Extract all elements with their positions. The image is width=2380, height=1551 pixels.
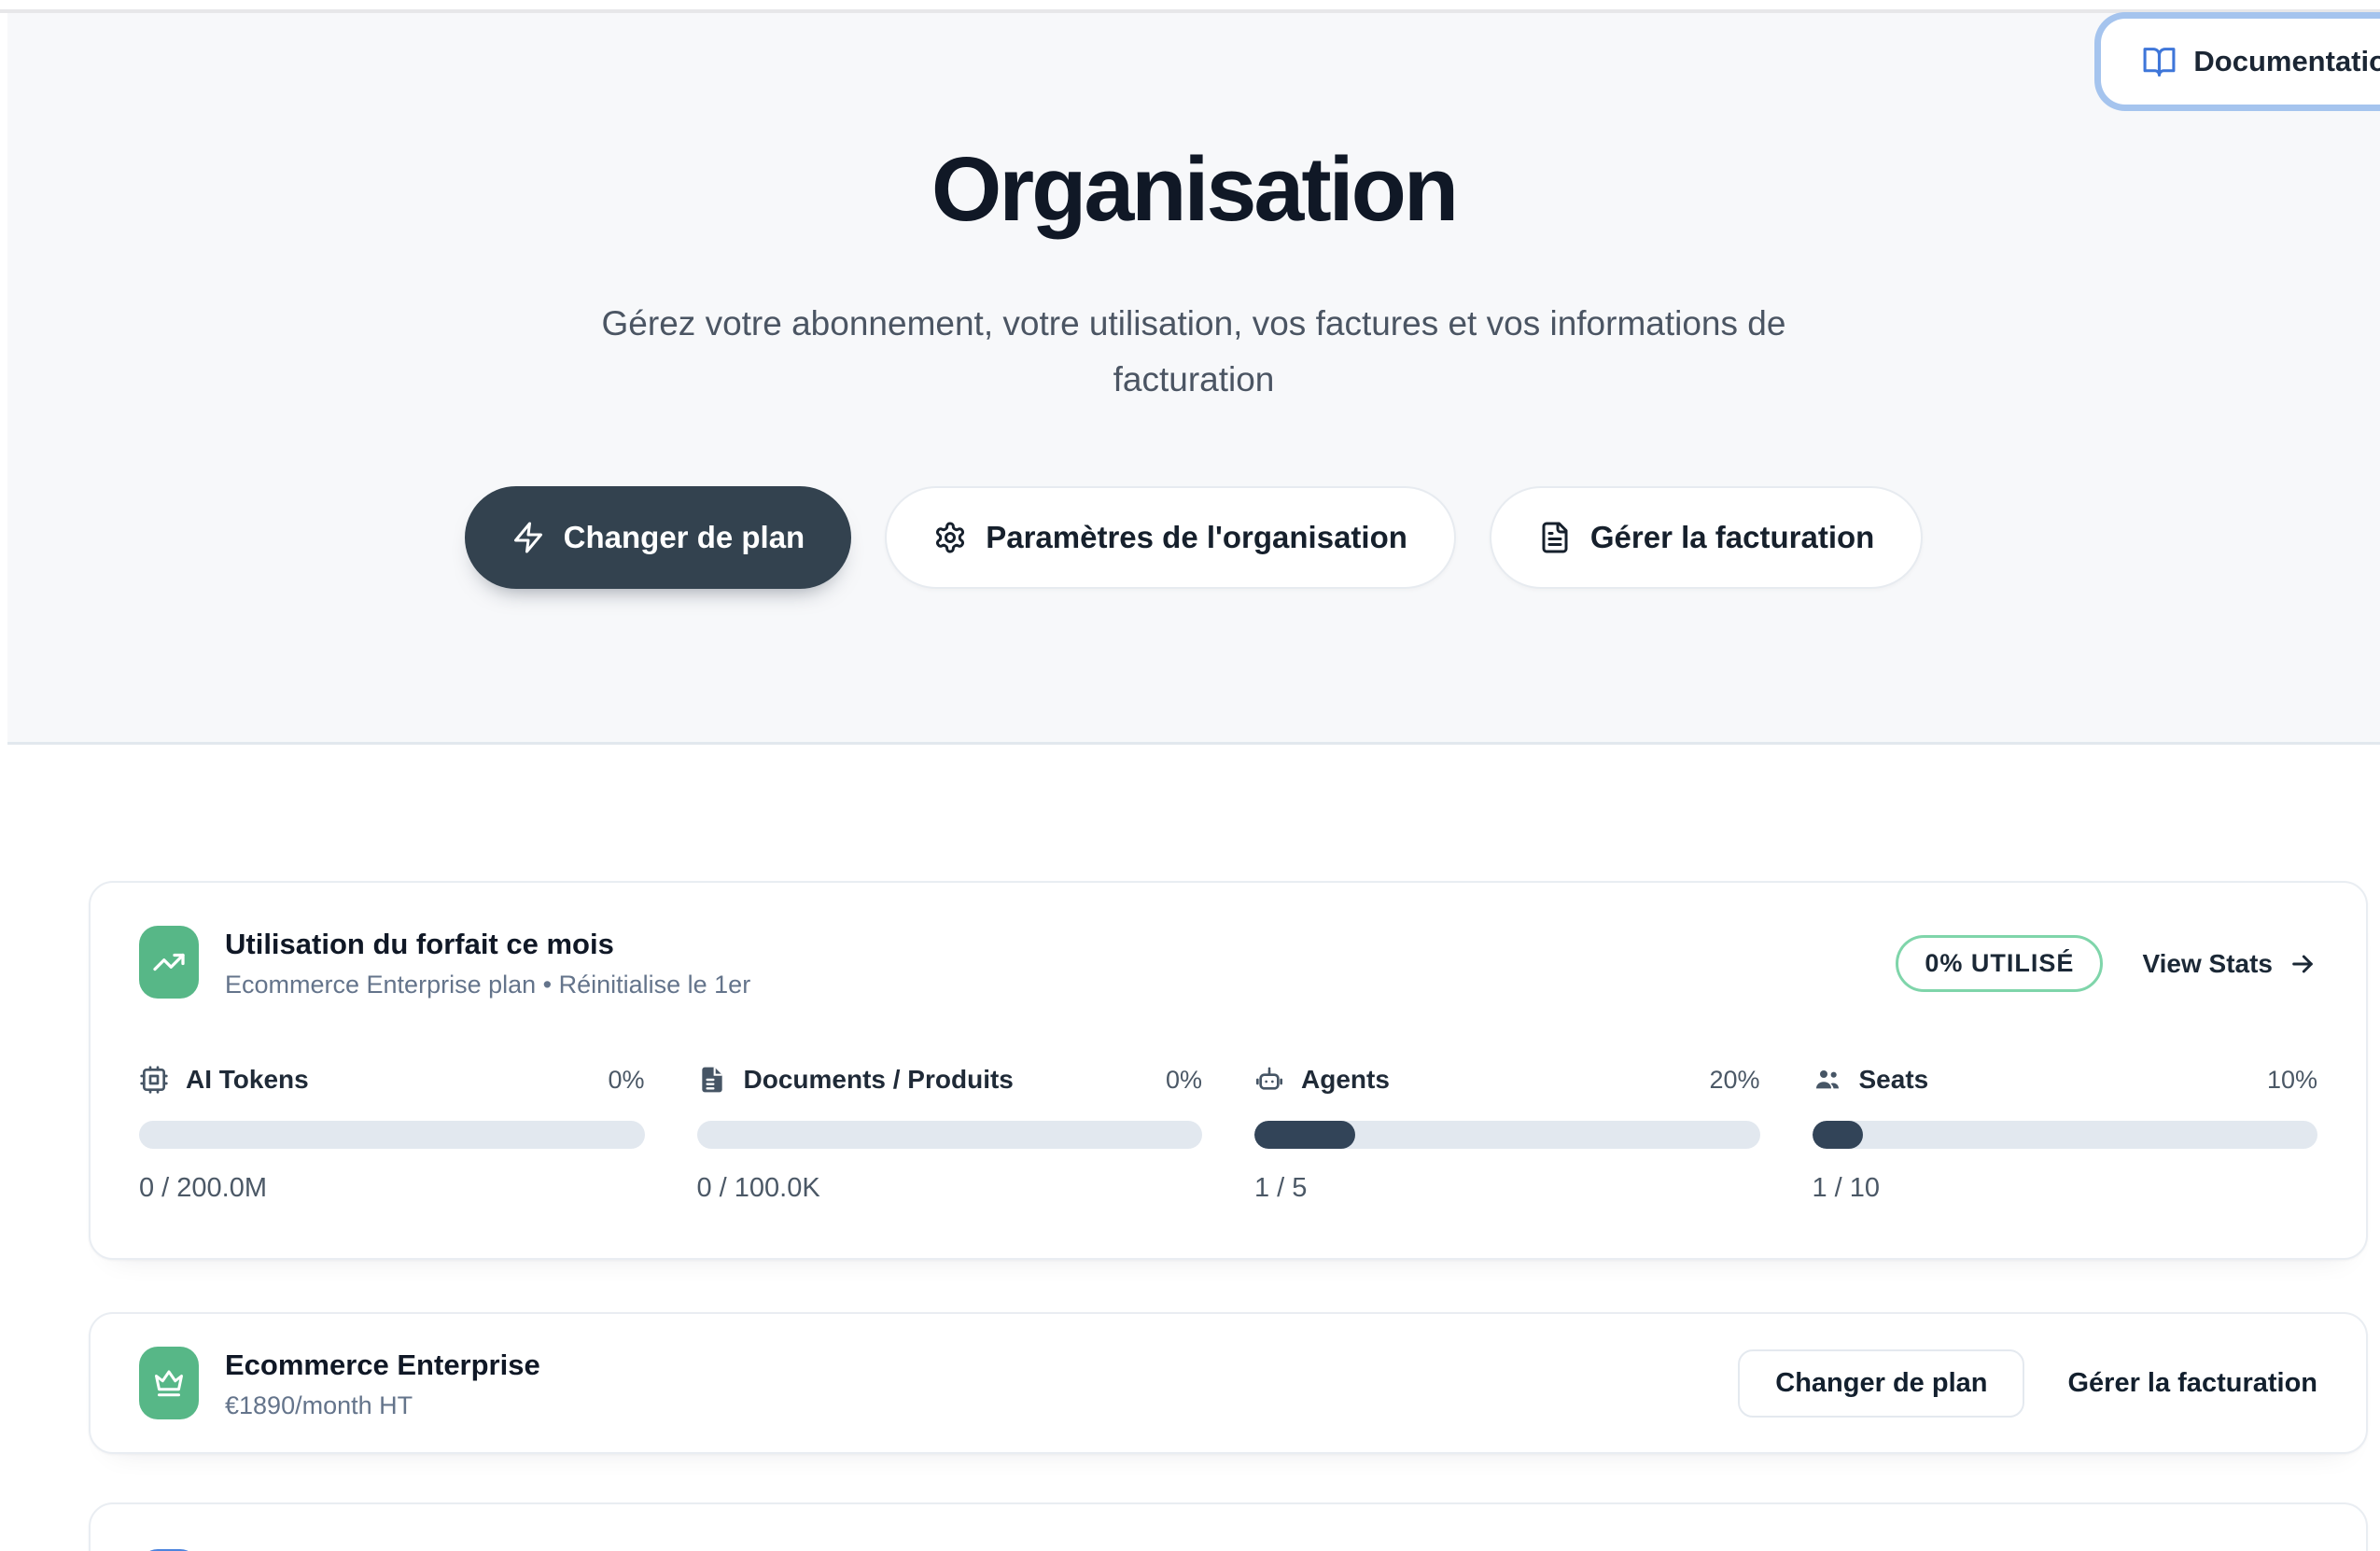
- plan-price: €1890/month HT: [225, 1391, 540, 1420]
- hero-section: Documentation Organisation Gérez votre a…: [7, 13, 2380, 745]
- progress-bar: [697, 1121, 1203, 1149]
- meter-percent: 0%: [608, 1066, 644, 1095]
- change-plan-label: Changer de plan: [564, 520, 805, 555]
- usage-card-subtitle: Ecommerce Enterprise plan • Réinitialise…: [225, 971, 750, 999]
- file-text-icon: [1538, 521, 1572, 554]
- usage-card: Utilisation du forfait ce mois Ecommerce…: [89, 881, 2368, 1260]
- browser-top-strip: [0, 0, 2380, 13]
- meter-value: 0 / 100.0K: [697, 1173, 1203, 1204]
- usage-meters: AI Tokens 0% 0 / 200.0M Documents / Prod…: [139, 1065, 2317, 1204]
- robot-icon: [1254, 1065, 1284, 1095]
- meter-percent: 0%: [1166, 1066, 1202, 1095]
- hero-actions: Changer de plan Paramètres de l'organisa…: [7, 486, 2380, 589]
- meter-documents: Documents / Produits 0% 0 / 100.0K: [697, 1065, 1203, 1204]
- meter-label: Seats: [1859, 1065, 1929, 1095]
- documentation-button[interactable]: Documentation: [2101, 19, 2380, 105]
- progress-bar: [1254, 1121, 1760, 1149]
- change-plan-button[interactable]: Changer de plan: [465, 486, 852, 589]
- plan-card: Ecommerce Enterprise €1890/month HT Chan…: [89, 1312, 2368, 1454]
- meter-percent: 10%: [2267, 1066, 2317, 1095]
- trending-up-icon: [139, 926, 199, 999]
- book-open-icon: [2142, 45, 2177, 79]
- meter-value: 0 / 200.0M: [139, 1173, 645, 1204]
- gear-icon: [933, 521, 967, 554]
- meter-value: 1 / 5: [1254, 1173, 1760, 1204]
- page-subtitle: Gérez votre abonnement, votre utilisatio…: [526, 296, 1861, 408]
- meter-label: Agents: [1301, 1065, 1390, 1095]
- meter-agents: Agents 20% 1 / 5: [1254, 1065, 1760, 1204]
- meter-seats: Seats 10% 1 / 10: [1813, 1065, 2318, 1204]
- users-icon: [1813, 1065, 1842, 1095]
- plan-manage-billing-button[interactable]: Gérer la facturation: [2067, 1368, 2317, 1399]
- plan-name: Ecommerce Enterprise: [225, 1348, 540, 1382]
- documentation-label: Documentation: [2193, 45, 2380, 78]
- page-title: Organisation: [7, 134, 2380, 244]
- meter-label: Documents / Produits: [744, 1065, 1014, 1095]
- progress-fill: [1254, 1121, 1355, 1149]
- cpu-icon: [139, 1065, 169, 1095]
- organisation-settings-button[interactable]: Paramètres de l'organisation: [885, 486, 1456, 589]
- manage-billing-button[interactable]: Gérer la facturation: [1490, 486, 1923, 589]
- meter-percent: 20%: [1709, 1066, 1759, 1095]
- progress-fill: [1813, 1121, 1863, 1149]
- usage-card-title: Utilisation du forfait ce mois: [225, 928, 750, 961]
- usage-badge: 0% UTILISÉ: [1896, 935, 2103, 992]
- invoices-card: Factures récentes Téléchargez vos factur…: [89, 1502, 2368, 1551]
- progress-bar: [1813, 1121, 2318, 1149]
- plan-change-plan-button[interactable]: Changer de plan: [1738, 1349, 2024, 1418]
- meter-ai-tokens: AI Tokens 0% 0 / 200.0M: [139, 1065, 645, 1204]
- manage-billing-label: Gérer la facturation: [1590, 520, 1874, 555]
- crown-icon: [139, 1347, 199, 1419]
- view-stats-label: View Stats: [2142, 949, 2273, 979]
- organisation-settings-label: Paramètres de l'organisation: [986, 520, 1407, 555]
- usage-card-header: Utilisation du forfait ce mois Ecommerce…: [139, 926, 2317, 999]
- document-icon: [697, 1065, 727, 1095]
- meter-value: 1 / 10: [1813, 1173, 2318, 1204]
- main-content: Utilisation du forfait ce mois Ecommerce…: [0, 745, 2380, 1551]
- view-stats-button[interactable]: View Stats: [2142, 949, 2317, 979]
- progress-bar: [139, 1121, 645, 1149]
- arrow-right-icon: [2288, 949, 2317, 979]
- lightning-icon: [511, 521, 545, 554]
- meter-label: AI Tokens: [186, 1065, 309, 1095]
